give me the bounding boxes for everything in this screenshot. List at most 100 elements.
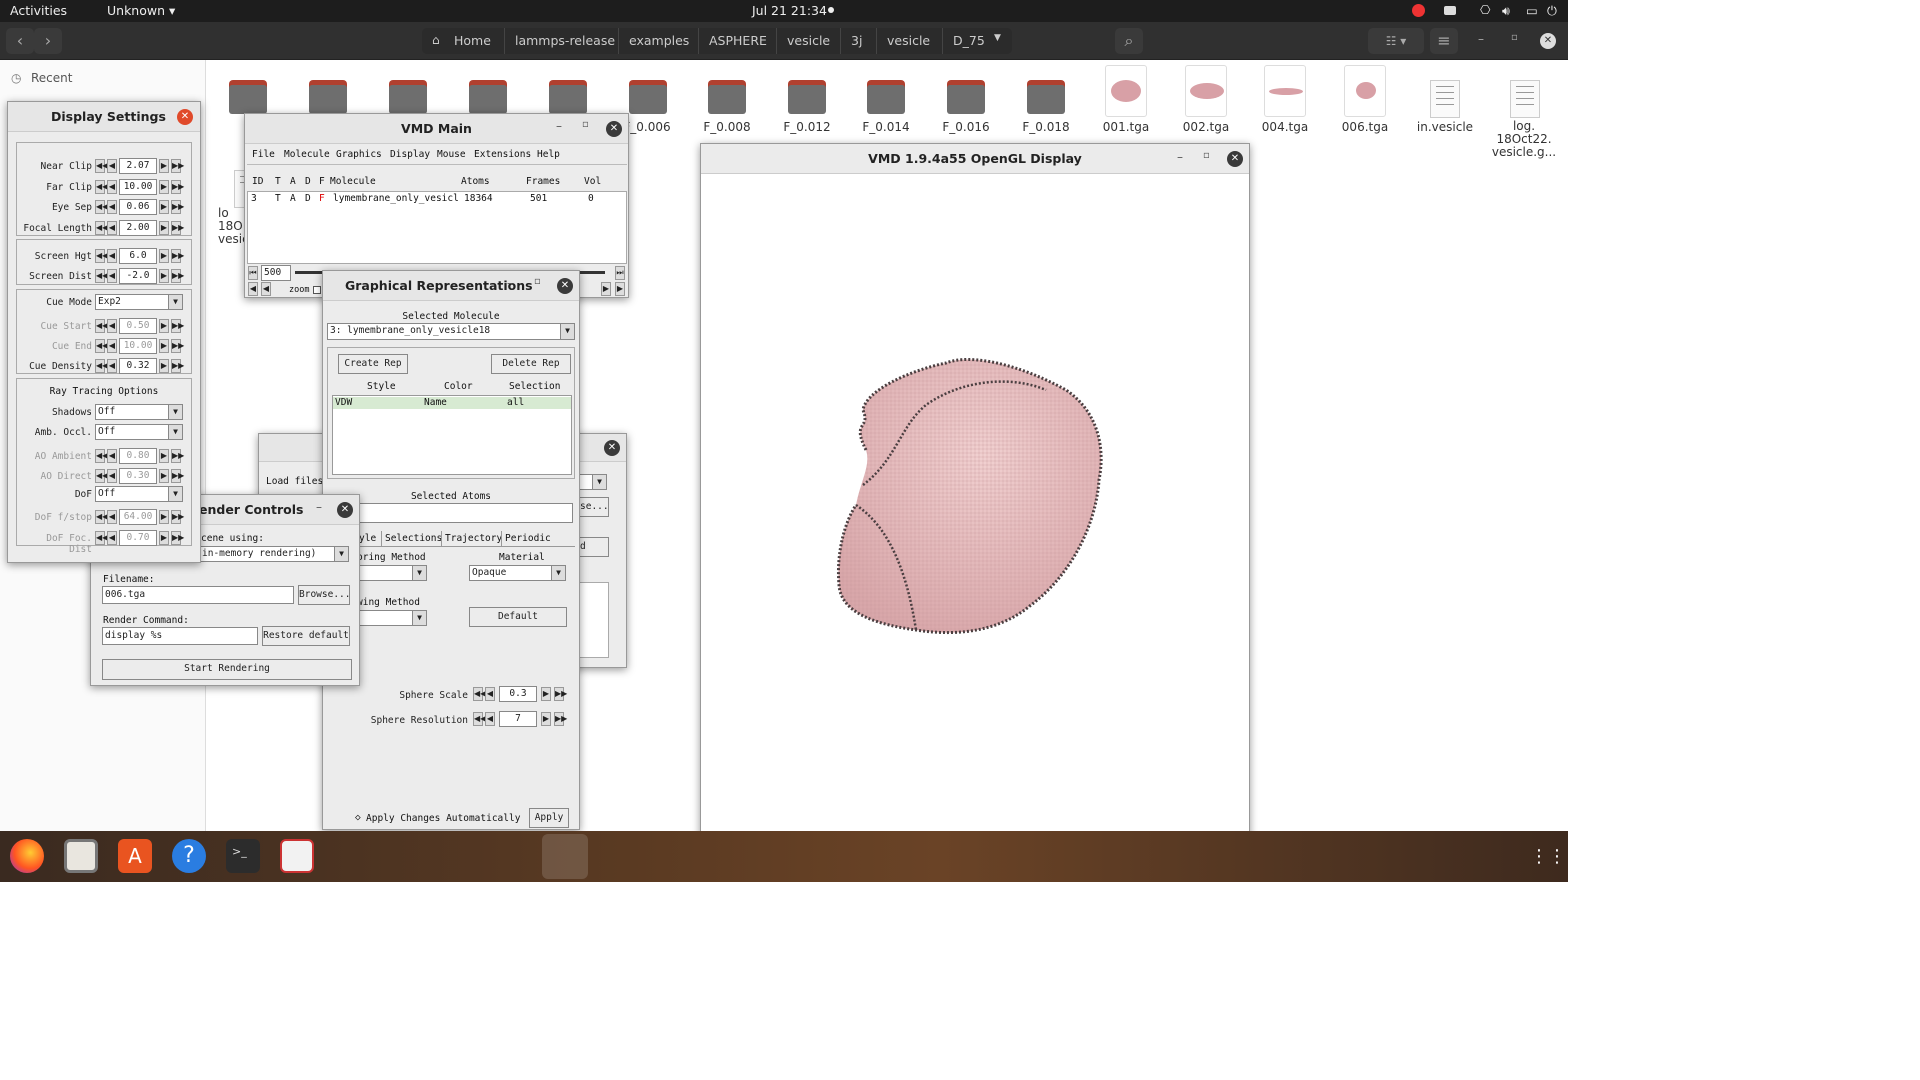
zoom-checkbox[interactable] <box>313 286 321 294</box>
menu-graphics[interactable]: Graphics <box>336 149 382 160</box>
browse-button[interactable]: Browse... <box>298 585 350 605</box>
increment-button[interactable]: ▶ <box>159 531 169 545</box>
ambient-occlusion-combo[interactable]: Off ▼ <box>95 424 183 440</box>
decrement-fast-button[interactable]: ◀◀ <box>95 180 108 194</box>
increment-fast-button[interactable]: ▶▶ <box>171 510 184 524</box>
file-list[interactable] <box>579 582 609 658</box>
text-file-icon[interactable] <box>1510 80 1540 118</box>
dof-combo[interactable]: Off ▼ <box>95 486 183 502</box>
image-thumbnail[interactable] <box>1185 65 1227 117</box>
folder-icon[interactable] <box>867 80 905 114</box>
last-frame-button[interactable]: ⏭ <box>615 266 625 280</box>
decrement-button[interactable]: ◀ <box>107 180 117 194</box>
menu-button[interactable]: ≡ <box>1430 28 1458 54</box>
display_settings-ao_rows-1-field[interactable]: 0.30 <box>119 468 157 484</box>
decrement-button[interactable]: ◀ <box>107 469 117 483</box>
menu-file[interactable]: File <box>252 149 275 160</box>
display_settings-rows-2-field[interactable]: 0.06 <box>119 199 157 215</box>
frame-field[interactable]: 500 <box>261 265 291 281</box>
decrement-fast-button[interactable]: ◀◀ <box>473 712 486 726</box>
close-icon[interactable]: ✕ <box>1540 33 1556 49</box>
image-thumbnail[interactable] <box>1264 65 1306 117</box>
material-combo[interactable]: Opaque ▼ <box>469 565 566 581</box>
increment-fast-button[interactable]: ▶▶ <box>171 221 184 235</box>
help-icon[interactable]: ? <box>172 839 206 873</box>
display_settings-cue_rows-1-field[interactable]: 10.00 <box>119 338 157 354</box>
folder-icon[interactable] <box>947 80 985 114</box>
decrement-button[interactable]: ◀ <box>107 269 117 283</box>
tab-draw-style[interactable]: yle <box>359 533 376 544</box>
load-button[interactable]: d <box>579 537 609 557</box>
start-rendering-button[interactable]: Start Rendering <box>102 659 352 680</box>
increment-button[interactable]: ▶ <box>159 469 169 483</box>
minimize-icon[interactable]: – <box>153 107 159 121</box>
default-button[interactable]: Default <box>469 607 567 627</box>
increment-button[interactable]: ▶ <box>159 249 169 263</box>
forward-button[interactable]: › <box>34 28 62 54</box>
close-icon[interactable]: ✕ <box>337 502 353 518</box>
decrement-button[interactable]: ◀ <box>107 221 117 235</box>
decrement-button[interactable]: ◀ <box>485 687 495 701</box>
decrement-fast-button[interactable]: ◀◀ <box>473 687 486 701</box>
tab-selections[interactable]: Selections <box>381 531 445 546</box>
maximize-icon[interactable]: ▫ <box>582 119 589 130</box>
decrement-fast-button[interactable]: ◀◀ <box>95 200 108 214</box>
maximize-icon[interactable]: ▫ <box>1511 32 1518 43</box>
increment-button[interactable]: ▶ <box>159 221 169 235</box>
decrement-button[interactable]: ◀ <box>107 339 117 353</box>
back-button[interactable]: ‹ <box>6 28 34 54</box>
folder-icon[interactable] <box>629 80 667 114</box>
crumb-examples[interactable]: examples <box>618 28 699 54</box>
text-file-icon[interactable] <box>1430 80 1460 118</box>
increment-fast-button[interactable]: ▶▶ <box>171 319 184 333</box>
search-button[interactable]: ⌕ <box>1115 28 1143 54</box>
restore-default-button[interactable]: Restore default <box>262 626 350 646</box>
drawing-method-combo[interactable]: ▼ <box>355 610 427 626</box>
increment-fast-button[interactable]: ▶▶ <box>171 269 184 283</box>
increment-button[interactable]: ▶ <box>159 510 169 524</box>
molecule-select[interactable]: 3: lymembrane_only_vesicle18 ▼ <box>327 323 575 340</box>
crumb-home[interactable]: Home <box>444 28 501 54</box>
folder-icon[interactable] <box>389 80 427 114</box>
image-thumbnail[interactable] <box>1344 65 1386 117</box>
decrement-fast-button[interactable]: ◀◀ <box>95 249 108 263</box>
step-forward-button[interactable]: ▶ <box>601 282 611 296</box>
increment-fast-button[interactable]: ▶▶ <box>554 712 567 726</box>
decrement-fast-button[interactable]: ◀◀ <box>95 269 108 283</box>
battery-icon[interactable]: ▭ <box>1526 3 1538 18</box>
display_settings-cue_rows-2-field[interactable]: 0.32 <box>119 358 157 374</box>
increment-button[interactable]: ▶ <box>159 159 169 173</box>
decrement-fast-button[interactable]: ◀◀ <box>95 319 108 333</box>
cue-mode-combo[interactable]: Exp2 ▼ <box>95 294 183 310</box>
minimize-icon[interactable]: – <box>1478 32 1484 46</box>
decrement-fast-button[interactable]: ◀◀ <box>95 159 108 173</box>
display_settings-rows-4-field[interactable]: 6.0 <box>119 248 157 264</box>
decrement-button[interactable]: ◀ <box>485 712 495 726</box>
create-rep-button[interactable]: Create Rep <box>338 354 408 374</box>
decrement-button[interactable]: ◀ <box>107 249 117 263</box>
render-command-input[interactable]: display %s <box>102 627 258 645</box>
display_settings-rows-1-field[interactable]: 10.00 <box>119 179 157 195</box>
decrement-fast-button[interactable]: ◀◀ <box>95 221 108 235</box>
do-not-disturb-icon[interactable] <box>1412 4 1425 17</box>
increment-button[interactable]: ▶ <box>159 319 169 333</box>
display_settings-dof_rows-1-field[interactable]: 0.70 <box>119 530 157 546</box>
network-icon[interactable]: ⎔ <box>1480 3 1490 17</box>
increment-fast-button[interactable]: ▶▶ <box>171 339 184 353</box>
increment-fast-button[interactable]: ▶▶ <box>171 469 184 483</box>
crumb-lammps[interactable]: lammps-release <box>504 28 625 54</box>
increment-fast-button[interactable]: ▶▶ <box>171 159 184 173</box>
display_settings-ao_rows-0-field[interactable]: 0.80 <box>119 448 157 464</box>
increment-fast-button[interactable]: ▶▶ <box>554 687 567 701</box>
decrement-button[interactable]: ◀ <box>107 359 117 373</box>
decrement-fast-button[interactable]: ◀◀ <box>95 359 108 373</box>
crumb-dropdown-icon[interactable]: ▼ <box>994 33 1001 43</box>
menu-extensions[interactable]: Extensions <box>474 149 531 160</box>
menu-mouse[interactable]: Mouse <box>437 149 466 160</box>
maximize-icon[interactable]: ▫ <box>534 276 541 287</box>
keyboard-icon[interactable] <box>1444 6 1456 15</box>
decrement-fast-button[interactable]: ◀◀ <box>95 449 108 463</box>
decrement-button[interactable]: ◀ <box>107 531 117 545</box>
apply-button[interactable]: Apply <box>529 808 569 828</box>
increment-button[interactable]: ▶ <box>159 339 169 353</box>
